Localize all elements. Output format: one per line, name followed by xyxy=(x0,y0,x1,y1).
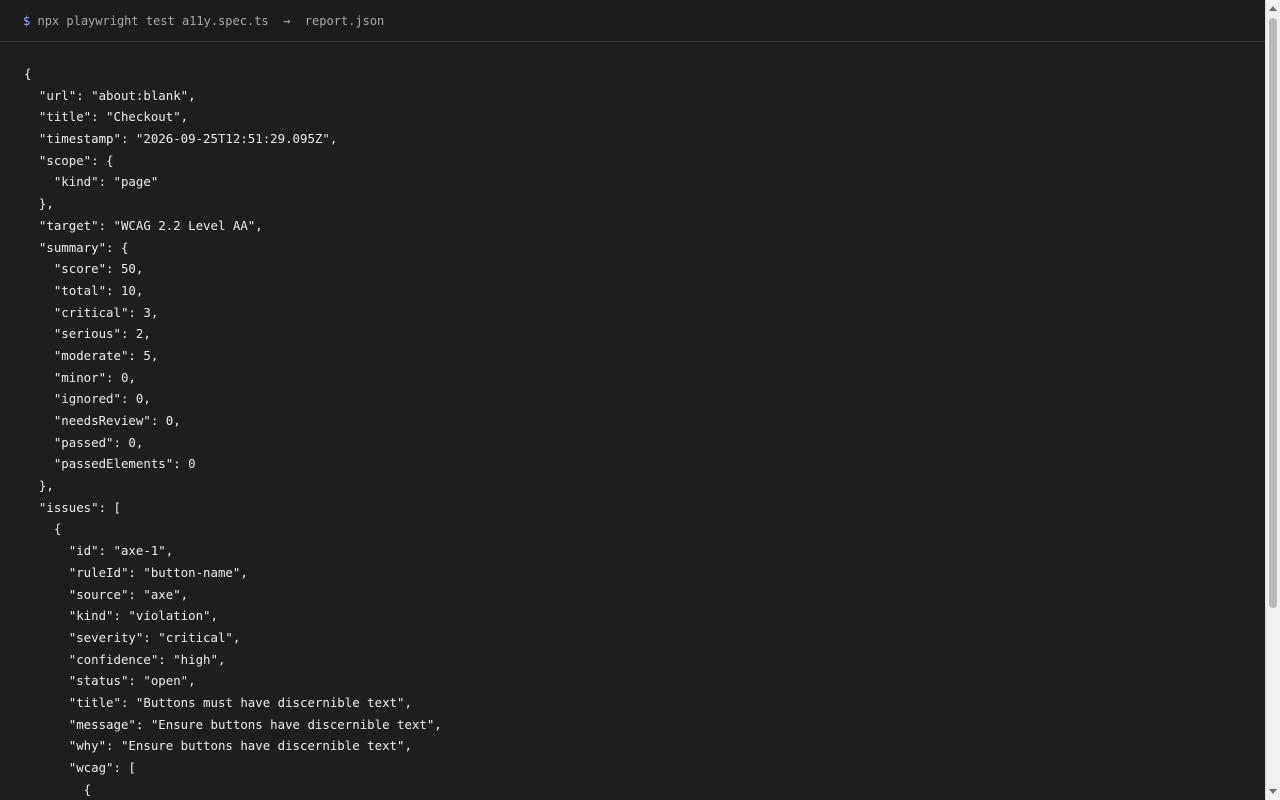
json-line: "issues": [ xyxy=(24,499,121,515)
json-line: "confidence": "high", xyxy=(24,651,226,667)
scrollbar-thumb[interactable] xyxy=(1269,18,1277,608)
arrow-right-icon: → xyxy=(283,14,291,28)
json-line: "summary": { xyxy=(24,239,129,255)
json-line: "minor": 0, xyxy=(24,369,136,385)
json-line: "ignored": 0, xyxy=(24,391,151,407)
json-line: { xyxy=(24,781,92,797)
json-line: "severity": "critical", xyxy=(24,629,241,645)
json-line: "url": "about:blank", xyxy=(24,87,196,103)
json-line: "message": "Ensure buttons have discerni… xyxy=(24,716,442,732)
scroll-up-arrow-icon[interactable] xyxy=(1269,6,1277,11)
json-line: "title": "Buttons must have discernible … xyxy=(24,694,412,710)
output-filename: report.json xyxy=(304,14,385,28)
json-line: "timestamp": "2026-09-25T12:51:29.095Z", xyxy=(24,131,338,147)
json-line: "ruleId": "button-name", xyxy=(24,564,248,580)
json-line: "why": "Ensure buttons have discernible … xyxy=(24,738,412,754)
vertical-scrollbar[interactable] xyxy=(1265,0,1280,800)
scroll-down-arrow-icon[interactable] xyxy=(1269,789,1277,794)
json-line: "id": "axe-1", xyxy=(24,543,174,559)
prompt-symbol: $ xyxy=(23,14,31,28)
json-line: "needsReview": 0, xyxy=(24,413,181,428)
json-line: "kind": "page" xyxy=(24,174,159,190)
json-line: }, xyxy=(24,478,54,494)
json-line: "source": "axe", xyxy=(24,586,189,602)
json-line: "moderate": 5, xyxy=(24,347,159,363)
terminal-command-bar: $ npx playwright test a11y.spec.ts → rep… xyxy=(0,0,1265,42)
command-text: npx playwright test a11y.spec.ts xyxy=(37,14,269,28)
json-line: "total": 10, xyxy=(24,282,144,298)
json-line: "kind": "violation", xyxy=(24,608,218,624)
json-output: { "url": "about:blank", "title": "Checko… xyxy=(24,63,1254,800)
json-line: { xyxy=(24,521,62,537)
json-line: "passed": 0, xyxy=(24,434,144,450)
json-line: "serious": 2, xyxy=(24,326,151,342)
json-line: }, xyxy=(24,196,54,212)
json-line: { xyxy=(24,66,32,81)
json-line: "status": "open", xyxy=(24,673,196,689)
json-line: "critical": 3, xyxy=(24,304,159,320)
json-line: "scope": { xyxy=(24,152,114,168)
json-line: "wcag": [ xyxy=(24,760,136,775)
json-line: "passedElements": 0 xyxy=(24,456,196,472)
json-line: "target": "WCAG 2.2 Level AA", xyxy=(24,217,263,233)
json-line: "score": 50, xyxy=(24,261,144,277)
json-line: "title": "Checkout", xyxy=(24,109,189,125)
